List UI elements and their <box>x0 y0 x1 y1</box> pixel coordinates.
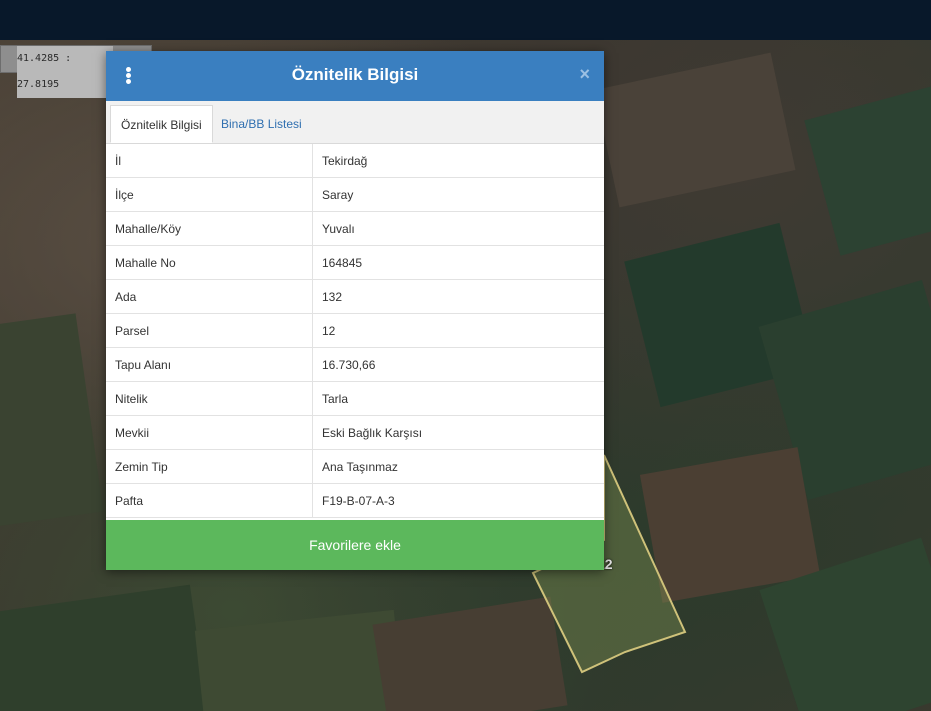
table-row: Mahalle No 164845 <box>106 245 604 280</box>
row-value: 132 <box>312 279 604 314</box>
dialog-header: Öznitelik Bilgisi × <box>106 51 604 101</box>
attribute-table: İl Tekirdağ İlçe Saray Mahalle/Köy Yuvalı M… <box>106 144 604 518</box>
close-icon[interactable]: × <box>579 64 590 85</box>
table-row: Mevkii Eski Bağlık Karşısı <box>106 415 604 450</box>
row-value: 16.730,66 <box>312 347 604 382</box>
row-value: F19-B-07-A-3 <box>312 483 604 518</box>
table-row: Nitelik Tarla <box>106 381 604 416</box>
tab-building-list[interactable]: Bina/BB Listesi <box>211 105 312 143</box>
row-value: Eski Bağlık Karşısı <box>312 415 604 450</box>
tab-bar: Öznitelik Bilgisi Bina/BB Listesi <box>106 101 604 144</box>
attribute-dialog: Öznitelik Bilgisi × Öznitelik Bilgisi Bi… <box>106 51 604 570</box>
row-value: Tarla <box>312 381 604 416</box>
table-row: Parsel 12 <box>106 313 604 348</box>
row-key: Ada <box>106 279 313 314</box>
row-key: Mevkii <box>106 415 313 450</box>
dialog-title: Öznitelik Bilgisi <box>291 65 419 84</box>
table-row: Ada 132 <box>106 279 604 314</box>
row-key: Parsel <box>106 313 313 348</box>
row-value: 164845 <box>312 245 604 280</box>
top-bar <box>0 0 931 40</box>
row-key: Mahalle/Köy <box>106 211 313 246</box>
coordinate-text: 41.4285 : 27.8195 <box>17 46 113 98</box>
row-key: İlçe <box>106 177 313 212</box>
row-key: Mahalle No <box>106 245 313 280</box>
row-key: Pafta <box>106 483 313 518</box>
table-row: Zemin Tip Ana Taşınmaz <box>106 449 604 484</box>
row-key: Zemin Tip <box>106 449 313 484</box>
row-value: Tekirdağ <box>312 144 604 178</box>
table-row: İlçe Saray <box>106 177 604 212</box>
row-value: Yuvalı <box>312 211 604 246</box>
row-value: Saray <box>312 177 604 212</box>
row-value: 12 <box>312 313 604 348</box>
table-row: Tapu Alanı 16.730,66 <box>106 347 604 382</box>
row-key: Nitelik <box>106 381 313 416</box>
table-row: Pafta F19-B-07-A-3 <box>106 483 604 518</box>
row-key: Tapu Alanı <box>106 347 313 382</box>
tab-attribute-info[interactable]: Öznitelik Bilgisi <box>110 105 213 143</box>
row-value: Ana Taşınmaz <box>312 449 604 484</box>
add-favorite-button[interactable]: Favorilere ekle <box>106 520 604 570</box>
table-row: Mahalle/Köy Yuvalı <box>106 211 604 246</box>
table-row: İl Tekirdağ <box>106 144 604 178</box>
row-key: İl <box>106 144 313 178</box>
